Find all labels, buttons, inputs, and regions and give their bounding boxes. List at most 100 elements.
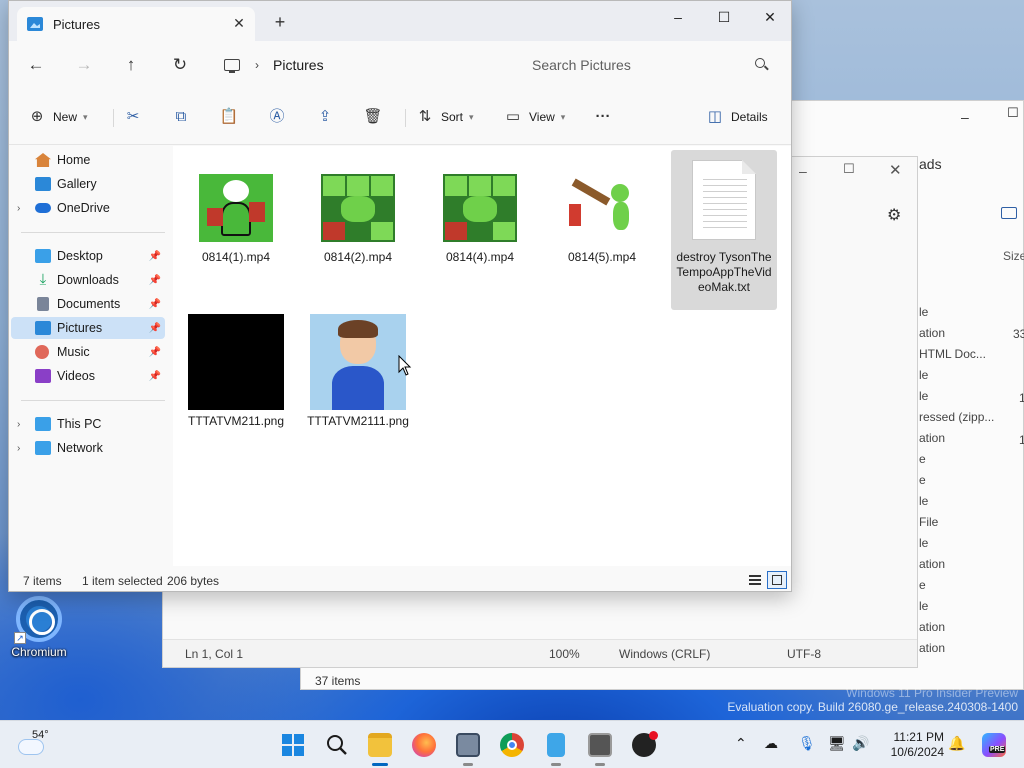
- cut-button[interactable]: ✂: [123, 105, 143, 129]
- chevron-right-icon[interactable]: ›: [17, 443, 20, 454]
- pin-icon[interactable]: 📌: [149, 251, 161, 262]
- downloads-maximize-button[interactable]: ☐: [1007, 105, 1024, 123]
- sidebar-item-this-pc[interactable]: › This PC: [11, 413, 165, 435]
- search-input[interactable]: Search Pictures: [521, 49, 781, 81]
- sidebar-item-desktop[interactable]: Desktop 📌: [11, 245, 165, 267]
- taskbar-file-explorer[interactable]: [364, 729, 396, 766]
- copy-button[interactable]: ⧉: [171, 105, 191, 129]
- sidebar-item-music[interactable]: Music 📌: [11, 341, 165, 363]
- downloads-size-column-header[interactable]: Size: [1003, 249, 1024, 263]
- taskbar-recorder[interactable]: [628, 729, 660, 761]
- sidebar-item-videos[interactable]: Videos 📌: [11, 365, 165, 387]
- chevron-right-icon[interactable]: ›: [255, 58, 259, 72]
- view-button[interactable]: ▭ View ▾: [503, 105, 565, 129]
- network-icon[interactable]: 🖥: [828, 735, 846, 752]
- sidebar-item-network[interactable]: › Network: [11, 437, 165, 459]
- sort-button[interactable]: ⇅ Sort ▾: [415, 105, 474, 129]
- new-button[interactable]: ⊕ New ▾: [27, 105, 88, 129]
- start-button[interactable]: [277, 729, 309, 761]
- clipboard-icon: 📋: [219, 108, 239, 125]
- file-name: 0814(5).mp4: [567, 250, 637, 264]
- desktop-icon-label: Chromium: [11, 645, 67, 659]
- weather-widget[interactable]: 54°: [18, 729, 78, 761]
- taskbar-notepad[interactable]: [540, 729, 572, 766]
- large-icons-view-button[interactable]: [767, 571, 787, 589]
- forward-button[interactable]: →: [71, 53, 97, 77]
- sidebar-item-label: Gallery: [57, 177, 97, 191]
- bell-icon[interactable]: 🔔: [948, 735, 965, 752]
- chevron-up-icon[interactable]: ⌃: [735, 735, 747, 752]
- sort-label: Sort: [441, 110, 464, 124]
- microphone-icon[interactable]: 🎙: [798, 735, 816, 752]
- tab-close-icon[interactable]: ✕: [231, 15, 247, 31]
- clock[interactable]: 11:21 PM 10/6/2024: [884, 730, 944, 760]
- file-item[interactable]: TTTATVM211.png: [183, 314, 289, 429]
- file-item[interactable]: destroy TysonTheTempoAppTheVideoMak.txt: [671, 150, 777, 310]
- file-item[interactable]: 0814(2).mp4: [305, 174, 411, 265]
- pin-icon[interactable]: 📌: [149, 347, 161, 358]
- search-button[interactable]: [321, 729, 353, 761]
- gear-icon[interactable]: ⚙: [887, 205, 901, 225]
- desktop-icon-chromium[interactable]: ↗ Chromium: [6, 596, 72, 659]
- details-pane-button[interactable]: ◫ Details: [705, 105, 768, 129]
- sidebar-item-label: This PC: [57, 417, 102, 431]
- taskbar-chrome[interactable]: [496, 729, 528, 761]
- notepad-maximize-button[interactable]: ☐: [843, 161, 861, 179]
- line-ending[interactable]: Windows (CRLF): [619, 647, 710, 661]
- downloads-size-value: 33: [1013, 327, 1024, 341]
- more-options-button[interactable]: ···: [593, 105, 613, 129]
- plus-circle-icon: ⊕: [30, 108, 44, 125]
- list-item: le: [919, 389, 929, 403]
- pin-icon[interactable]: 📌: [149, 371, 161, 382]
- file-item[interactable]: 0814(5).mp4: [549, 174, 655, 265]
- up-button[interactable]: ↑: [118, 53, 144, 77]
- sidebar-item-home[interactable]: Home: [11, 149, 165, 171]
- file-explorer-window[interactable]: Pictures ✕ + – ☐ ✕ ← → ↑ ↻ › Pictures Se…: [8, 0, 792, 592]
- mouse-cursor-icon: [398, 355, 412, 376]
- pin-icon[interactable]: 📌: [149, 275, 161, 286]
- new-tab-button[interactable]: +: [271, 13, 289, 31]
- address-bar[interactable]: › Pictures: [215, 49, 511, 81]
- pin-icon[interactable]: 📌: [149, 323, 161, 334]
- breadcrumb[interactable]: Pictures: [273, 57, 324, 73]
- taskbar-app-manager[interactable]: [452, 729, 484, 766]
- share-button[interactable]: ⇪: [315, 105, 335, 129]
- speaker-icon[interactable]: 🔊: [852, 735, 869, 752]
- sidebar-item-gallery[interactable]: Gallery: [11, 173, 165, 195]
- pin-icon[interactable]: 📌: [149, 299, 161, 310]
- tab-pictures[interactable]: Pictures ✕: [17, 7, 255, 41]
- copilot-button[interactable]: PRE: [982, 733, 1006, 757]
- back-button[interactable]: ←: [23, 53, 49, 77]
- taskbar-firefox[interactable]: [408, 729, 440, 761]
- chevron-down-icon: ▾: [560, 111, 566, 122]
- maximize-button[interactable]: ☐: [701, 1, 747, 33]
- downloads-minimize-button[interactable]: –: [961, 109, 981, 125]
- cloud-off-icon[interactable]: ☁: [764, 735, 778, 752]
- encoding[interactable]: UTF-8: [787, 647, 821, 661]
- refresh-button[interactable]: ↻: [167, 53, 193, 77]
- pc-icon: [35, 417, 51, 431]
- chevron-right-icon[interactable]: ›: [17, 419, 20, 430]
- rename-button[interactable]: Ⓐ: [267, 105, 287, 129]
- paste-button[interactable]: 📋: [219, 105, 239, 129]
- file-item[interactable]: TTTATVM2111.png: [305, 314, 411, 429]
- chevron-right-icon[interactable]: ›: [17, 203, 20, 214]
- item-count: 7 items: [23, 574, 62, 588]
- taskbar-app[interactable]: [584, 729, 616, 766]
- sidebar-item-documents[interactable]: Documents 📌: [11, 293, 165, 315]
- search-icon[interactable]: [755, 58, 769, 72]
- delete-button[interactable]: 🗑: [363, 105, 383, 129]
- minimize-button[interactable]: –: [655, 1, 701, 33]
- file-item[interactable]: 0814(1).mp4: [183, 174, 289, 265]
- sidebar-item-pictures[interactable]: Pictures 📌: [11, 317, 165, 339]
- file-item[interactable]: 0814(4).mp4: [427, 174, 533, 265]
- details-view-button[interactable]: [745, 571, 765, 589]
- sidebar-item-onedrive[interactable]: › OneDrive: [11, 197, 165, 219]
- file-list[interactable]: 0814(1).mp4 0814(2).mp4 0814(4).mp4 0814…: [173, 146, 791, 566]
- zoom-level[interactable]: 100%: [549, 647, 580, 661]
- close-button[interactable]: ✕: [747, 1, 791, 33]
- notepad-close-button[interactable]: ✕: [889, 161, 907, 179]
- notepad-minimize-button[interactable]: –: [799, 163, 819, 179]
- downloads-details-icon[interactable]: [1001, 207, 1017, 219]
- sidebar-item-downloads[interactable]: ⤓ Downloads 📌: [11, 269, 165, 291]
